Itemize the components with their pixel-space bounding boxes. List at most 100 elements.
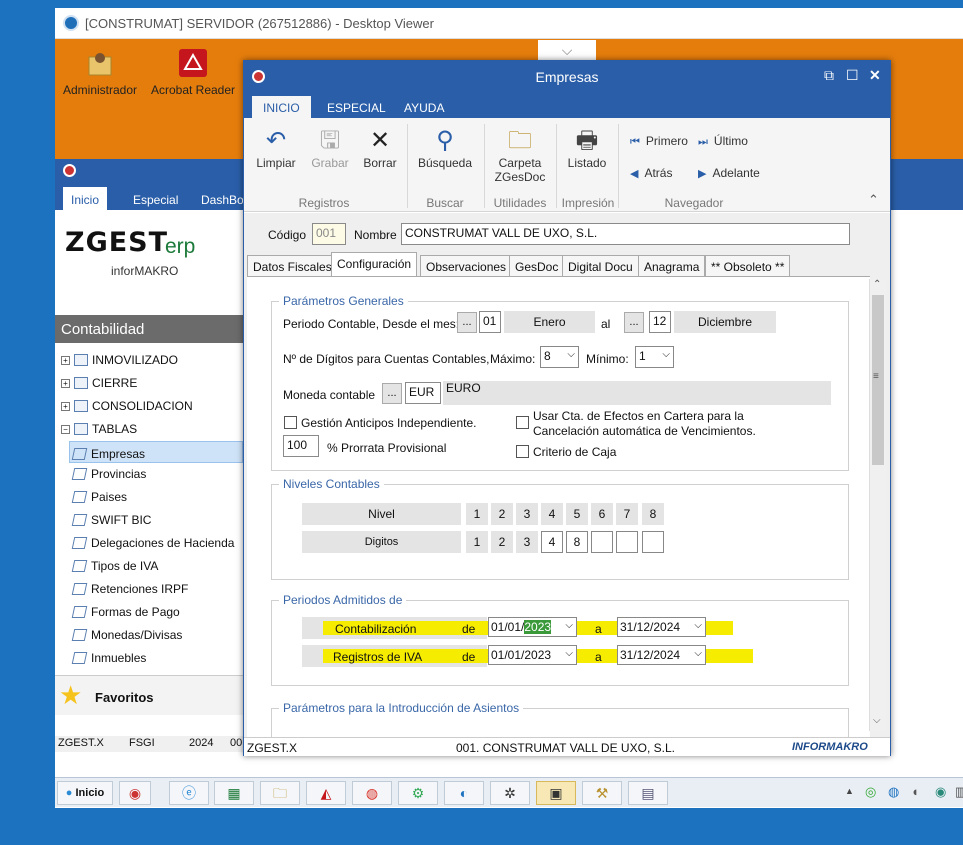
scroll-up-icon[interactable]: ⌃ [873, 279, 881, 290]
tray-arrow-icon[interactable]: ▲ [845, 786, 854, 796]
desktop-icon-acrobat[interactable]: Acrobat Reader [148, 49, 238, 97]
moneda-code-field[interactable]: EUR [405, 382, 441, 404]
busqueda-button[interactable]: ⚲ Búsqueda [416, 126, 474, 170]
sidebar-item-retenciones[interactable]: Retenciones IRPF [69, 579, 243, 601]
contabilizacion-to-date[interactable]: 31/12/2024 ⌵ [617, 617, 706, 637]
desktop-icon-administrador[interactable]: Administrador [55, 49, 145, 97]
anticipos-checkbox[interactable] [284, 416, 297, 429]
start-button[interactable]: ● Inicio [57, 781, 113, 805]
desde-lookup-button[interactable]: ... [457, 312, 477, 333]
adelante-button[interactable]: ▶ Adelante [698, 166, 760, 180]
network-tool-icon[interactable]: ⚙ [398, 781, 438, 805]
vertical-scrollbar[interactable]: ⌃ ≡ ⌵ [869, 279, 886, 731]
digitos-input[interactable] [642, 531, 664, 553]
maximize-icon[interactable]: ☐ [846, 67, 859, 84]
tree-item-consolidacion[interactable]: + CONSOLIDACION [61, 397, 243, 419]
window-icon[interactable]: ▣ [536, 781, 576, 805]
tray-citrix-icon[interactable]: ◉ [935, 784, 946, 800]
tab-inicio[interactable]: INICIO [252, 96, 311, 118]
ultimo-button[interactable]: ⏭ Último [698, 134, 748, 149]
prorrata-field[interactable]: 100 [283, 435, 319, 457]
tab-especial[interactable]: Especial [125, 187, 186, 210]
tab-obsoleto[interactable]: ** Obsoleto ** [705, 255, 791, 277]
sidebar-item-delegaciones[interactable]: Delegaciones de Hacienda [69, 533, 243, 555]
borrar-button[interactable]: ✕ Borrar [358, 126, 402, 170]
moneda-lookup-button[interactable]: ... [382, 383, 402, 404]
excel-icon[interactable]: ▦ [214, 781, 254, 805]
sidebar-item-formas-pago[interactable]: Formas de Pago [69, 602, 243, 624]
collapse-icon[interactable]: − [61, 425, 70, 434]
de-label: de [462, 650, 476, 664]
sidebar-item-paises[interactable]: Paises [69, 487, 243, 509]
sidebar-item-label: Monedas/Divisas [91, 628, 183, 642]
expand-icon[interactable]: + [61, 356, 70, 365]
criterio-caja-checkbox[interactable] [516, 445, 529, 458]
sidebar-item-monedas[interactable]: Monedas/Divisas [69, 625, 243, 647]
date-value: 01/01/2023 [491, 648, 552, 662]
tab-especial[interactable]: ESPECIAL [316, 96, 397, 118]
acrobat-icon[interactable]: ◭ [306, 781, 346, 805]
restore-icon[interactable]: ⧉ [824, 67, 834, 84]
explorer-icon[interactable]: 🗀 [260, 781, 300, 805]
tray-network-icon[interactable]: ▥ [955, 784, 963, 800]
grabar-button[interactable]: 🖫 Grabar [308, 126, 352, 170]
tab-gesdoc[interactable]: GesDoc [509, 255, 565, 277]
folder-user-icon [86, 49, 114, 79]
tab-inicio[interactable]: Inicio [63, 187, 108, 210]
desde-mes-field[interactable]: 01 [479, 311, 501, 333]
tree-item-inmovilizado[interactable]: + INMOVILIZADO [61, 351, 243, 373]
efectos-checkbox[interactable] [516, 416, 529, 429]
tray-sync-icon[interactable]: ◎ [865, 784, 876, 800]
hasta-lookup-button[interactable]: ... [624, 312, 644, 333]
digitos-input[interactable]: 8 [566, 531, 588, 553]
registros-iva-from-date[interactable]: 01/01/2023 ⌵ [488, 645, 577, 665]
atras-button[interactable]: ◀ Atrás [630, 166, 672, 180]
registros-iva-to-date[interactable]: 31/12/2024 ⌵ [617, 645, 706, 665]
maximo-select[interactable]: 8 ⌵ [540, 346, 579, 368]
contabilizacion-from-date[interactable]: 01/01/2023 ⌵ [488, 617, 577, 637]
next-icon: ▶ [698, 168, 707, 180]
zgest-taskbar-icon[interactable]: ◉ [119, 781, 151, 805]
carpeta-zgesdoc-button[interactable]: 🗀 Carpeta ZGesDoc [492, 126, 548, 184]
sidebar-item-inmuebles[interactable]: Inmuebles [69, 648, 243, 670]
tree-item-cierre[interactable]: + CIERRE [61, 374, 243, 396]
tools-icon[interactable]: ⚒ [582, 781, 622, 805]
tree-item-label: INMOVILIZADO [92, 353, 179, 367]
codigo-field[interactable]: 001 [312, 223, 346, 245]
tray-globe-icon[interactable]: ◍ [888, 784, 899, 800]
sidebar-item-provincias[interactable]: Provincias [69, 464, 243, 486]
close-icon[interactable]: ✕ [869, 67, 881, 84]
ie-icon[interactable]: ⓔ [169, 781, 209, 805]
digitos-input[interactable] [591, 531, 613, 553]
periodo-label: Periodo Contable, Desde el mes: [283, 317, 460, 331]
sidebar-item-swift[interactable]: SWIFT BIC [69, 510, 243, 532]
digitos-input[interactable] [616, 531, 638, 553]
tab-datos-fiscales[interactable]: Datos Fiscales [247, 255, 338, 277]
sidebar-item-empresas[interactable]: Empresas [69, 441, 243, 463]
collapse-ribbon-icon[interactable]: ⌃ [868, 192, 879, 208]
scroll-down-icon[interactable]: ⌵ [873, 715, 881, 726]
minimo-select[interactable]: 1 ⌵ [635, 346, 674, 368]
expand-icon[interactable]: + [61, 379, 70, 388]
tab-anagrama[interactable]: Anagrama [638, 255, 706, 277]
favorites-panel[interactable]: ★ Favoritos [55, 675, 243, 715]
nivel-cell: 5 [566, 503, 588, 525]
tree-item-tablas[interactable]: − TABLAS [61, 420, 243, 442]
primero-button[interactable]: ⏮ Primero [630, 134, 688, 149]
tray-speaker-icon[interactable]: ◖ [911, 784, 919, 799]
nombre-field[interactable]: CONSTRUMAT VALL DE UXO, S.L. [401, 223, 850, 245]
tab-digital-docu[interactable]: Digital Docu [562, 255, 639, 277]
tab-ayuda[interactable]: AYUDA [393, 96, 455, 118]
edge-icon[interactable]: ◐ [444, 781, 484, 805]
settings-icon[interactable]: ✲ [490, 781, 530, 805]
tab-configuracion[interactable]: Configuración [331, 252, 418, 277]
digitos-input[interactable]: 4 [541, 531, 563, 553]
limpiar-button[interactable]: ↶ Limpiar [254, 126, 298, 170]
expand-icon[interactable]: + [61, 402, 70, 411]
sidebar-item-tipos-iva[interactable]: Tipos de IVA [69, 556, 243, 578]
chrome-icon[interactable]: ◍ [352, 781, 392, 805]
listado-button[interactable]: 🖶 Listado [564, 126, 610, 170]
monitor-icon[interactable]: ▤ [628, 781, 668, 805]
hasta-mes-field[interactable]: 12 [649, 311, 671, 333]
tab-observaciones[interactable]: Observaciones [420, 255, 513, 277]
